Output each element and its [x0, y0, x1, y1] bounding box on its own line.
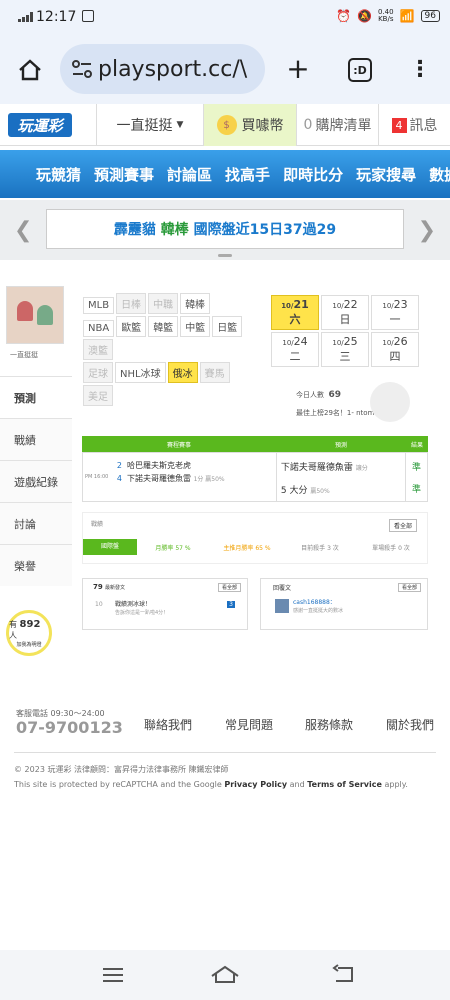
see-all-replies-button[interactable]: 看全部: [397, 583, 421, 592]
wifi-icon: 📶: [399, 9, 415, 23]
avatar: [275, 599, 289, 613]
site-header: 玩運彩 一直挺挺 ▼ $ 買噱幣 0 購牌清單 4 訊息: [0, 104, 450, 146]
signal-icon: [18, 12, 33, 22]
nav-item-data[interactable]: 數據: [429, 164, 450, 185]
carousel-prev-icon[interactable]: ❮: [14, 218, 32, 243]
caret-down-icon: ▼: [176, 120, 184, 130]
league-chip[interactable]: 日棒: [116, 293, 147, 314]
follower-badge[interactable]: 有 892 人 加我為明燈: [6, 610, 52, 656]
league-chip[interactable]: 美足: [83, 385, 113, 406]
league-chip[interactable]: 足球: [83, 362, 113, 383]
league-chip[interactable]: 韓籃: [148, 316, 179, 337]
net-speed: 0.40 KB/s: [378, 8, 394, 23]
league-chip[interactable]: 賽馬: [199, 362, 230, 383]
league-chip[interactable]: 日籃: [212, 316, 243, 337]
status-right: ⏰ 🔕 0.40 KB/s 📶 96: [336, 9, 440, 23]
tab-discussion[interactable]: 討論: [0, 502, 72, 544]
date-chip[interactable]: 10/23 一: [371, 295, 419, 330]
footer-link-terms[interactable]: 服務條款: [305, 716, 353, 733]
url-bar[interactable]: playsport.cc/\: [60, 44, 265, 94]
battery-icon: 96: [420, 10, 440, 22]
clock: 12:17: [36, 9, 77, 25]
home-icon[interactable]: [14, 54, 46, 86]
post-title[interactable]: 戰績測冰球！: [115, 599, 151, 608]
today-stats: 今日人數 69 最佳上榜29名！1- ntomd: [296, 390, 379, 417]
user-dropdown[interactable]: 一直挺挺 ▼: [96, 104, 204, 146]
nav-item-experts[interactable]: 找高手: [225, 164, 270, 185]
league-chip[interactable]: 俄冰: [167, 362, 198, 383]
date-selector: 10/21 六10/22 日10/23 一 10/24 二10/25 三10/2…: [270, 294, 430, 368]
league-chip[interactable]: 韓棒: [180, 293, 211, 314]
announcement-carousel: ❮ 霹靂貓 韓棒 國際盤近15日37過29 ❯: [0, 200, 450, 260]
mute-icon: 🔕: [357, 9, 372, 23]
coin-icon: $: [216, 115, 237, 135]
tab-switcher-button[interactable]: :D: [348, 58, 372, 82]
profile-content: 一直挺挺 預測 戰績 遊戲紀錄 討論 榮譽 MLB 日棒 中職 韓棒 NBA 歐籃 韓籃中…: [0, 272, 450, 656]
overflow-menu-icon[interactable]: ⋮: [409, 54, 431, 84]
league-chip[interactable]: MLB: [83, 297, 115, 314]
tab-record[interactable]: 戰績: [0, 418, 72, 460]
date-chip[interactable]: 10/26 四: [371, 332, 419, 367]
announcement-text[interactable]: 霹靂貓 韓棒 國際盤近15日37過29: [46, 209, 404, 249]
back-icon[interactable]: [332, 964, 356, 984]
date-chip[interactable]: 10/21 六: [271, 295, 319, 330]
league-chip[interactable]: NHL冰球: [115, 362, 166, 383]
latest-posts: 79 最新發文 看全部 10 戰績測冰球！ 告訴你這是一趴啦4分！ 3: [82, 578, 248, 630]
browser-toolbar: playsport.cc/\ + :D ⋮: [0, 36, 450, 104]
table-row: PM 16:00 2 哈巴羅夫斯克老虎 4 下諾夫哥羅德魚雷 1分 贏50% 下…: [82, 452, 428, 502]
messages-button[interactable]: 4 訊息: [378, 104, 450, 146]
alarm-icon: ⏰: [336, 9, 352, 23]
cart-button[interactable]: 0 購牌清單: [296, 104, 378, 146]
prediction-table: 賽程賽事 預測 結果 PM 16:00 2 哈巴羅夫斯克老虎 4 下諾夫哥羅德魚雷 …: [82, 436, 428, 502]
new-tab-icon[interactable]: +: [284, 52, 312, 85]
recents-icon[interactable]: [102, 966, 124, 984]
main-nav: 玩競猜 預測賽事 討論區 找高手 即時比分 玩家搜尋 數據: [0, 150, 450, 198]
avatar[interactable]: [6, 286, 64, 344]
nav-item-player-search[interactable]: 玩家搜尋: [356, 164, 416, 185]
nav-item-play[interactable]: 玩競猜: [36, 164, 81, 185]
site-logo[interactable]: 玩運彩: [8, 113, 72, 137]
see-all-posts-button[interactable]: 看全部: [217, 583, 241, 592]
hotline-number[interactable]: 07-9700123: [16, 718, 123, 737]
see-all-button[interactable]: 看全部: [388, 519, 417, 532]
footer-link-contact[interactable]: 聯絡我們: [144, 716, 192, 733]
url-text: playsport.cc/\: [98, 56, 248, 82]
tab-game-history[interactable]: 遊戲紀錄: [0, 460, 72, 502]
league-chip[interactable]: 歐籃: [116, 316, 147, 337]
league-selector: MLB 日棒 中職 韓棒 NBA 歐籃 韓籃 中籃 日籃澳籃 足球 NHL冰球 俄冰 賽馬美足: [82, 292, 262, 407]
home-nav-icon[interactable]: [210, 964, 240, 984]
system-nav-bar: [0, 950, 450, 1000]
footer-link-about[interactable]: 關於我們: [386, 716, 434, 733]
league-chip[interactable]: 澳籃: [83, 339, 113, 360]
site-footer: 客服電話 09:30～24:00 07-9700123 聯絡我們 常見問題 服務…: [14, 709, 436, 789]
record-summary: 戰績 看全部 國際盤 月勝率 57 % 主推月勝率 65 % 目前殺手 3 次 …: [82, 512, 428, 564]
footer-link-faq[interactable]: 常見問題: [225, 716, 273, 733]
date-chip[interactable]: 10/24 二: [271, 332, 319, 367]
terms-link[interactable]: Terms of Service: [307, 780, 382, 789]
nav-item-forum[interactable]: 討論區: [167, 164, 212, 185]
site-settings-icon[interactable]: [72, 60, 92, 78]
carousel-dots: [218, 254, 232, 257]
sim-icon: [82, 10, 94, 22]
tab-honors[interactable]: 榮譽: [0, 544, 72, 586]
carousel-next-icon[interactable]: ❯: [418, 218, 436, 243]
date-chip[interactable]: 10/25 三: [321, 332, 369, 367]
league-chip[interactable]: 中職: [148, 293, 179, 314]
profile-name: 一直挺挺: [10, 351, 38, 359]
latest-replies: 回覆文 看全部 cash168888： 感謝一直挺挺大的數冰: [260, 578, 428, 630]
privacy-policy-link[interactable]: Privacy Policy: [224, 780, 287, 789]
league-chip[interactable]: NBA: [83, 320, 115, 337]
tab-predict[interactable]: 預測: [0, 376, 72, 418]
mascot-icon: [370, 382, 410, 422]
league-chip[interactable]: 中籃: [180, 316, 211, 337]
nav-item-livescore[interactable]: 即時比分: [283, 164, 343, 185]
coin-button[interactable]: $ 買噱幣: [204, 104, 296, 146]
status-bar: 12:17 ⏰ 🔕 0.40 KB/s 📶 96: [0, 0, 450, 36]
nav-item-predict[interactable]: 預測賽事: [94, 164, 154, 185]
date-chip[interactable]: 10/22 日: [321, 295, 369, 330]
